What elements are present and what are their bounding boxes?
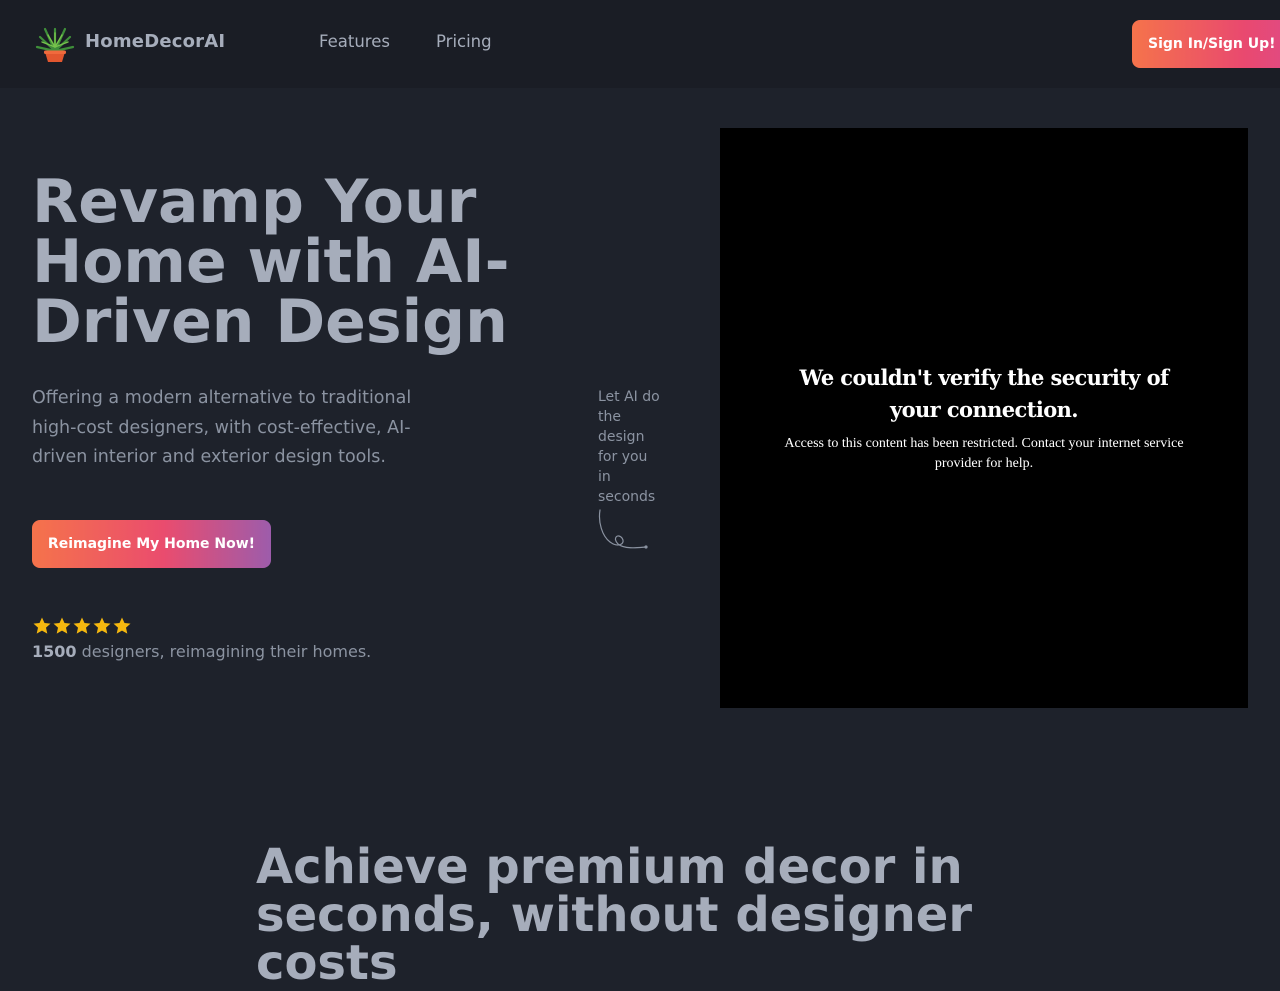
designer-count: 1500 [32,642,77,661]
star-icon [73,617,91,634]
curved-arrow-icon [598,509,648,549]
star-icon [53,617,71,634]
embedded-media-frame: We couldn't verify the security of your … [720,128,1248,708]
potted-plant-icon[interactable] [34,23,76,65]
side-note: Let AI do the design for you in seconds [598,389,660,505]
social-proof-text: 1500 designers, reimagining their homes. [32,642,371,661]
reimagine-home-button[interactable]: Reimagine My Home Now! [32,520,271,568]
social-proof-label: designers, reimagining their homes. [76,642,372,661]
security-error-message: Access to this content has been restrict… [784,436,1184,471]
nav-link-features[interactable]: Features [319,32,390,51]
nav-link-pricing[interactable]: Pricing [436,32,492,51]
star-icon [33,617,51,634]
signin-button[interactable]: Sign In/Sign Up! [1132,20,1280,68]
hero-title: Revamp Your Home with AI-Driven Design [32,167,510,357]
rating-stars [32,616,132,636]
star-icon [93,617,111,634]
star-icon [113,617,131,634]
hero-subtitle: Offering a modern alternative to traditi… [32,388,412,467]
navbar: HomeDecorAI Features Pricing Sign In/Sig… [0,0,1280,88]
section-title: Achieve premium decor in seconds, withou… [256,839,973,991]
security-error-heading: We couldn't verify the security of your … [799,365,1170,422]
brand-name[interactable]: HomeDecorAI [85,31,225,52]
